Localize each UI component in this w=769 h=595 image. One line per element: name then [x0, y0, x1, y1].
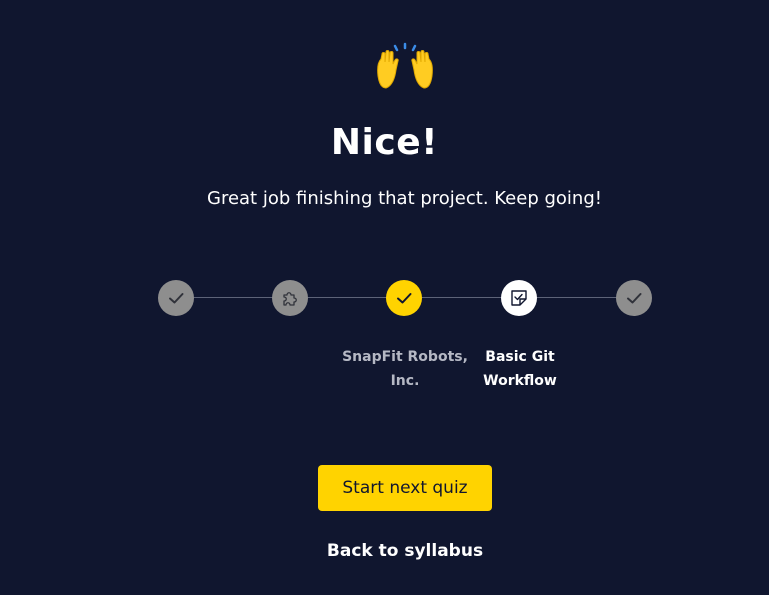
start-next-quiz-button[interactable]: Start next quiz: [318, 465, 492, 511]
puzzle-icon: [283, 292, 297, 306]
step-4-label: Basic Git Workflow: [483, 349, 557, 389]
quiz-icon: [511, 290, 527, 306]
check-icon: [169, 293, 184, 304]
raising-hands-icon: [377, 42, 433, 89]
back-to-syllabus-button[interactable]: Back to syllabus: [300, 538, 510, 564]
check-icon: [627, 293, 642, 304]
page-subtitle: Great job finishing that project. Keep g…: [207, 188, 602, 209]
step-1-completed: [158, 280, 194, 316]
step-2-completed: [272, 280, 308, 316]
step-3-current: [386, 280, 422, 316]
page-title: Nice!: [330, 122, 439, 163]
check-icon: [397, 293, 412, 304]
step-4-next: [501, 280, 537, 316]
step-3-label: SnapFit Robots, Inc.: [342, 349, 468, 389]
step-5-completed: [616, 280, 652, 316]
